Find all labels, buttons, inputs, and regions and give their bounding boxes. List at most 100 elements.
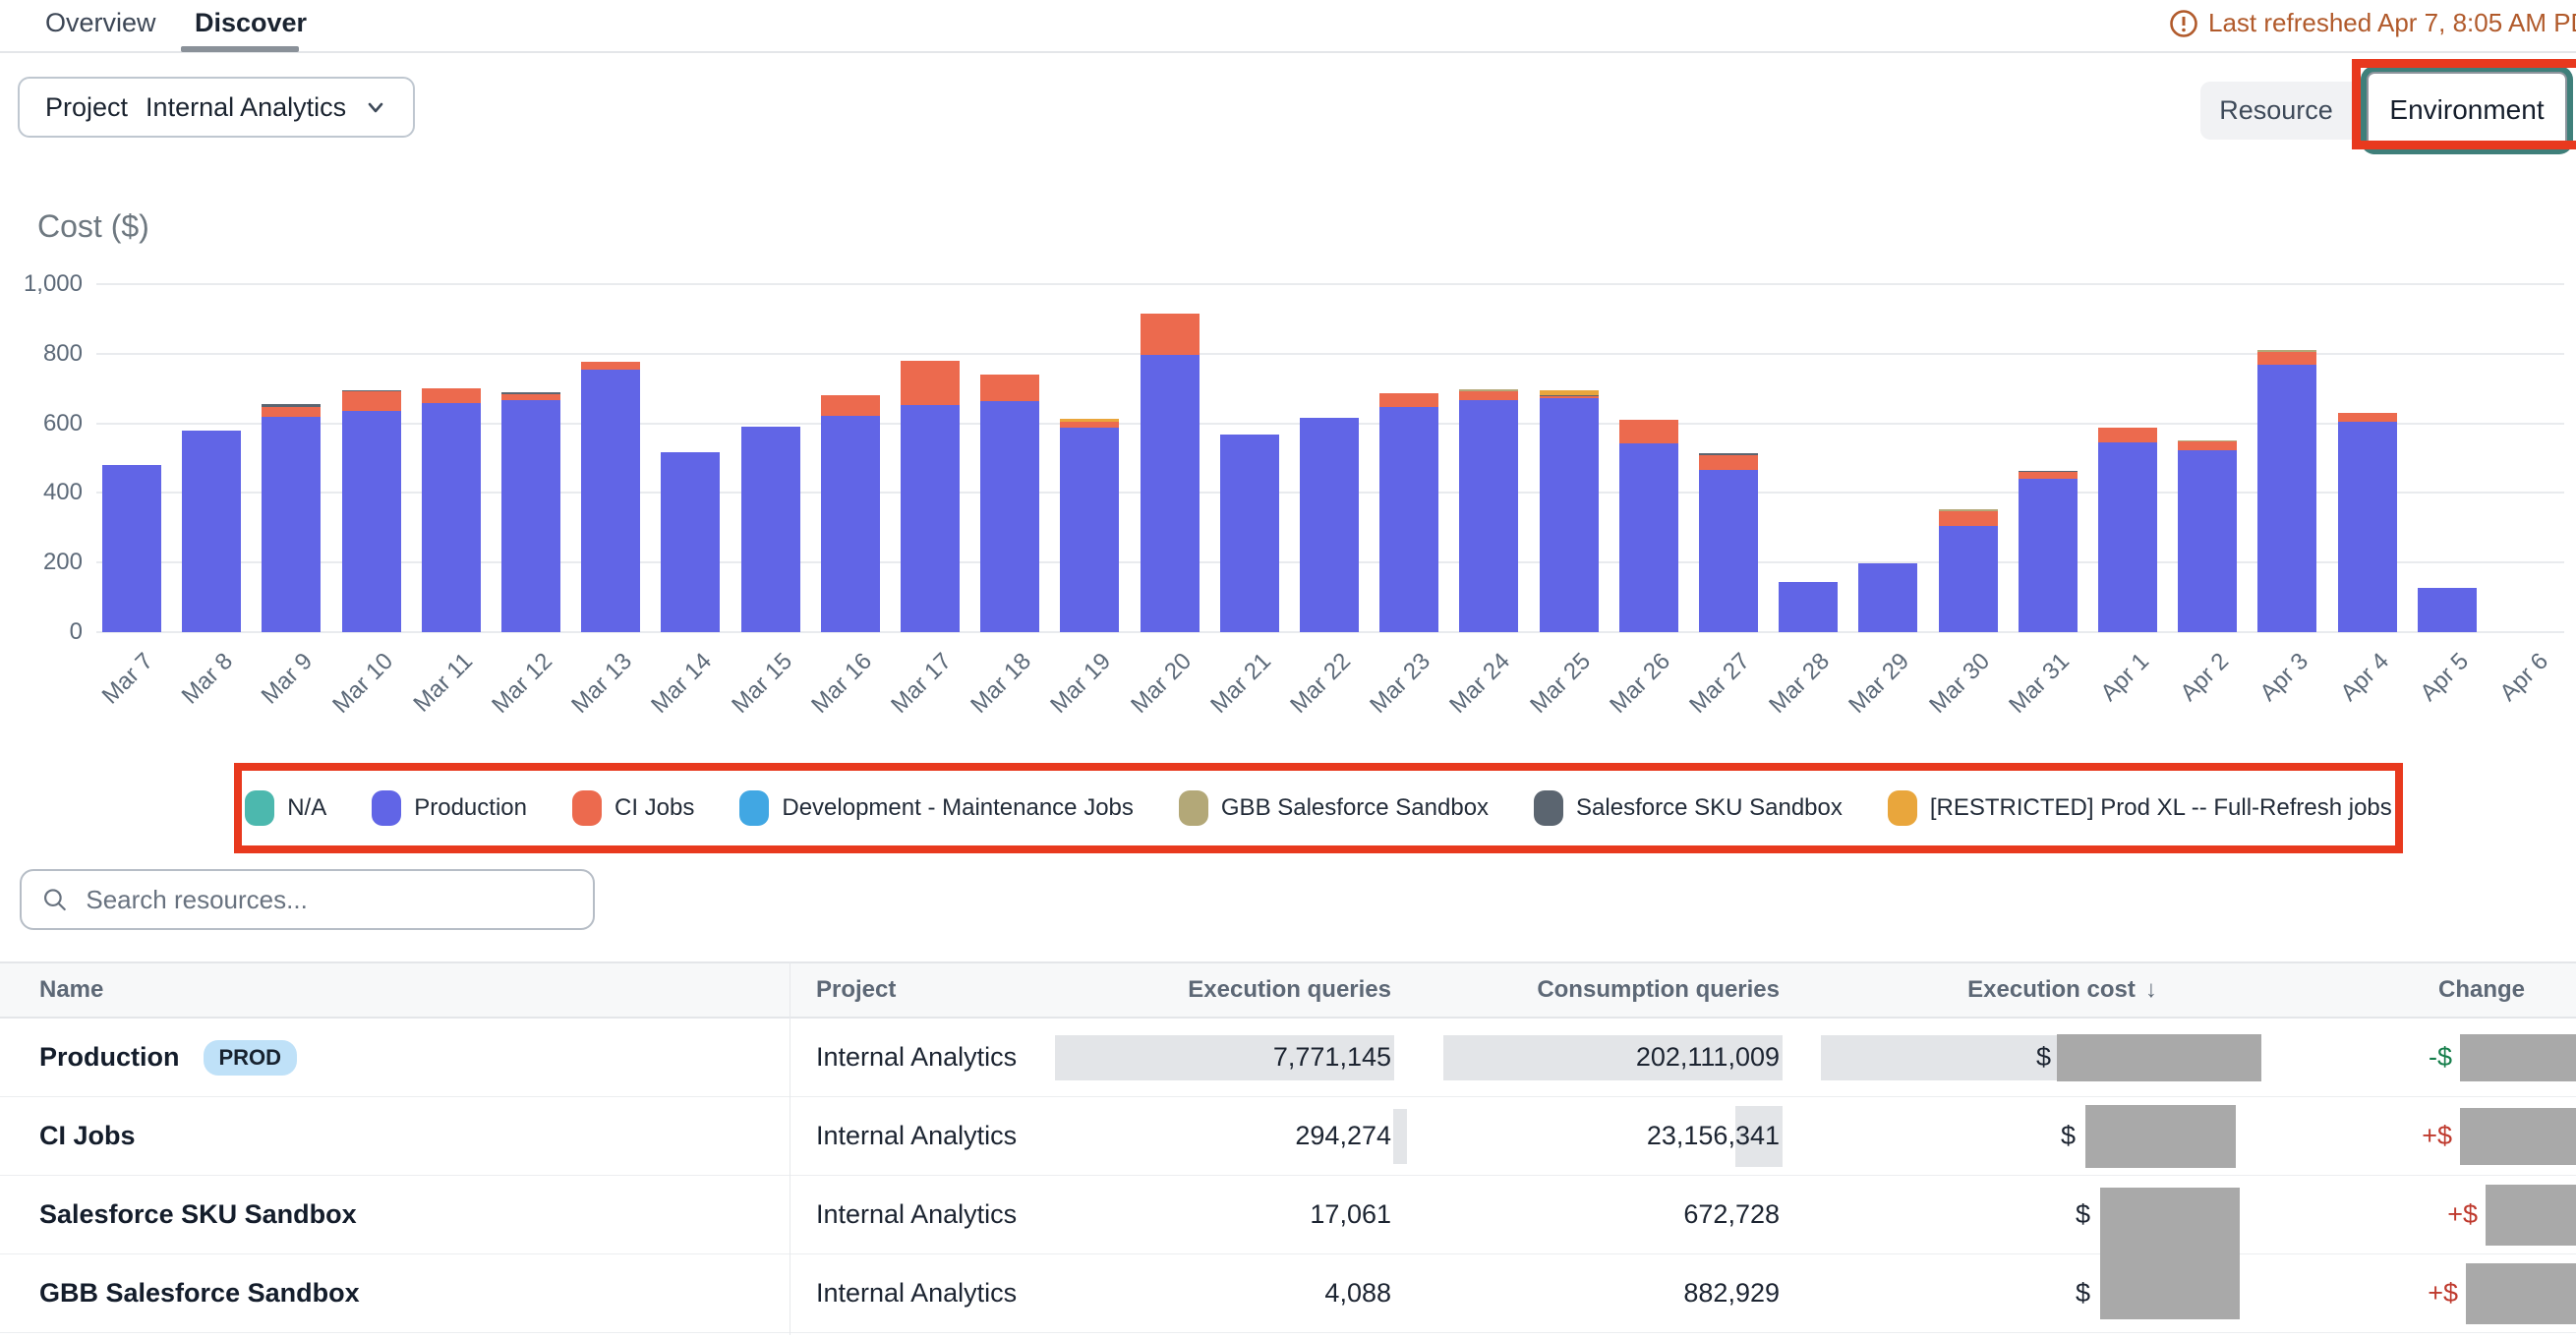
resource-name-cell[interactable]: GBB Salesforce Sandbox (0, 1254, 790, 1332)
legend-item[interactable]: N/A (245, 790, 326, 826)
legend-swatch (1179, 790, 1208, 826)
consumption-queries-value-wrap: 202,111,009 (1636, 1042, 1780, 1073)
prod-badge: PROD (204, 1040, 298, 1076)
resource-name[interactable]: Salesforce SKU Sandbox (39, 1199, 357, 1230)
resource-name[interactable]: CI Jobs (39, 1121, 136, 1151)
table-row: Salesforce SKU SandboxInternal Analytics… (0, 1176, 2576, 1254)
bar-segment (1939, 526, 1998, 632)
column-header-consumption-queries[interactable]: Consumption queries (1396, 963, 1785, 1017)
resource-name-cell[interactable]: Salesforce SKU Sandbox (0, 1176, 790, 1253)
bar-segment (980, 375, 1039, 401)
change-prefix: -$ (2429, 1042, 2452, 1073)
bar-segment (1459, 389, 1518, 391)
change-redaction-box (2466, 1263, 2576, 1324)
bar-segment (661, 452, 720, 632)
resource-name-cell[interactable]: Production PROD (0, 1019, 790, 1096)
legend-item[interactable]: Development - Maintenance Jobs (739, 790, 1134, 826)
bar-segment (2257, 352, 2316, 365)
legend-swatch (1534, 790, 1563, 826)
x-axis-tick-label: Mar 19 (1046, 648, 1118, 720)
resources-table: NameProjectExecution queriesConsumption … (0, 961, 2576, 1333)
resource-name[interactable]: Production (39, 1042, 180, 1073)
legend-label: Production (414, 794, 527, 822)
execution-queries-value: 17,061 (1310, 1199, 1391, 1230)
cost-currency-prefix: $ (2076, 1278, 2090, 1309)
column-header-project[interactable]: Project (790, 963, 1106, 1017)
tab-overview[interactable]: Overview (45, 8, 156, 38)
tab-discover[interactable]: Discover (195, 8, 307, 38)
bar-segment (2257, 365, 2316, 632)
y-axis-tick-label: 400 (0, 479, 83, 506)
execution-queries-cell: 4,088 (1106, 1254, 1396, 1332)
bar-segment (262, 404, 321, 407)
chart-title: Cost ($) (37, 208, 149, 245)
change-prefix: +$ (2428, 1278, 2458, 1309)
legend-label: CI Jobs (615, 794, 694, 822)
project-filter-dropdown[interactable]: Project Internal Analytics (18, 77, 415, 138)
legend-swatch (1888, 790, 1917, 826)
bar-segment (1060, 422, 1119, 428)
column-header-execution-queries[interactable]: Execution queries (1106, 963, 1396, 1017)
bar-segment (2257, 350, 2316, 352)
execution-queries-cell: 17,061 (1106, 1176, 1396, 1253)
execution-cost-cell: $ (1785, 1176, 2281, 1253)
bar-segment (2019, 479, 2078, 632)
column-header-execution-cost[interactable]: Execution cost↓ (1785, 963, 2281, 1017)
legend-item[interactable]: Salesforce SKU Sandbox (1534, 790, 1843, 826)
change-redaction-box (2486, 1185, 2576, 1246)
chart-legend: N/A Production CI Jobs Development - Mainte… (234, 763, 2403, 853)
bar-segment (1939, 510, 1998, 526)
y-axis-tick-label: 800 (0, 340, 83, 368)
resource-toggle-button[interactable]: Resource (2200, 82, 2352, 140)
bar-segment (581, 362, 640, 370)
bar-segment (1619, 443, 1678, 632)
last-refreshed-status: Last refreshed Apr 7, 8:05 AM PD (2169, 8, 2576, 38)
bar-segment (2178, 441, 2237, 450)
x-axis-tick-label: Mar 22 (1285, 648, 1357, 720)
legend-item[interactable]: Production (372, 790, 527, 826)
change-prefix: +$ (2447, 1199, 2478, 1230)
execution-queries-value: 294,274 (1295, 1121, 1391, 1151)
bar-segment (1300, 418, 1359, 632)
bar-segment (1220, 435, 1279, 632)
cost-highlight-pill: $ (1821, 1035, 2057, 1080)
sort-descending-icon: ↓ (2145, 976, 2157, 1004)
legend-item[interactable]: CI Jobs (572, 790, 694, 826)
bar-segment (1060, 428, 1119, 632)
environment-toggle-button[interactable]: Environment (2367, 72, 2567, 148)
resource-name[interactable]: GBB Salesforce Sandbox (39, 1278, 360, 1309)
legend-item[interactable]: [RESTRICTED] Prod XL -- Full-Refresh job… (1888, 790, 2392, 826)
bar-segment (1379, 393, 1438, 407)
bar-segment (2019, 471, 2078, 473)
x-axis-tick-label: Mar 8 (177, 648, 239, 710)
x-axis-tick-label: Mar 9 (257, 648, 319, 710)
bar-segment (1699, 470, 1758, 632)
resource-name-cell[interactable]: CI Jobs (0, 1097, 790, 1175)
execution-queries-cell: 7,771,145 (1106, 1019, 1396, 1096)
cost-dashboard: Overview Discover Last refreshed Apr 7, … (0, 0, 2576, 1339)
x-axis-tick-label: Mar 25 (1525, 648, 1597, 720)
search-box (20, 869, 595, 930)
execution-cost-cell: $ (1785, 1097, 2281, 1175)
bar-segment (2098, 428, 2157, 442)
bar-segment (2178, 450, 2237, 632)
bar-segment (2098, 442, 2157, 632)
column-header-name[interactable]: Name (0, 963, 790, 1017)
bar-segment (1699, 455, 1758, 470)
bar-segment (581, 370, 640, 632)
column-header-change[interactable]: Change (2281, 963, 2576, 1017)
legend-swatch (739, 790, 769, 826)
bar-segment (2418, 588, 2477, 632)
bar-segment (262, 407, 321, 417)
legend-item[interactable]: GBB Salesforce Sandbox (1179, 790, 1489, 826)
bar-segment (1858, 563, 1917, 632)
bar-segment (901, 361, 960, 405)
table-header-row: NameProjectExecution queriesConsumption … (0, 961, 2576, 1019)
bar-segment (2019, 472, 2078, 479)
bar-segment (501, 392, 560, 394)
x-axis-tick-label: Mar 16 (806, 648, 878, 720)
search-input[interactable] (84, 884, 573, 916)
table-row: ProductionPRODInternal Analytics7,771,14… (0, 1019, 2576, 1097)
consumption-queries-cell: 672,728 (1396, 1176, 1785, 1253)
y-axis-tick-label: 600 (0, 410, 83, 437)
